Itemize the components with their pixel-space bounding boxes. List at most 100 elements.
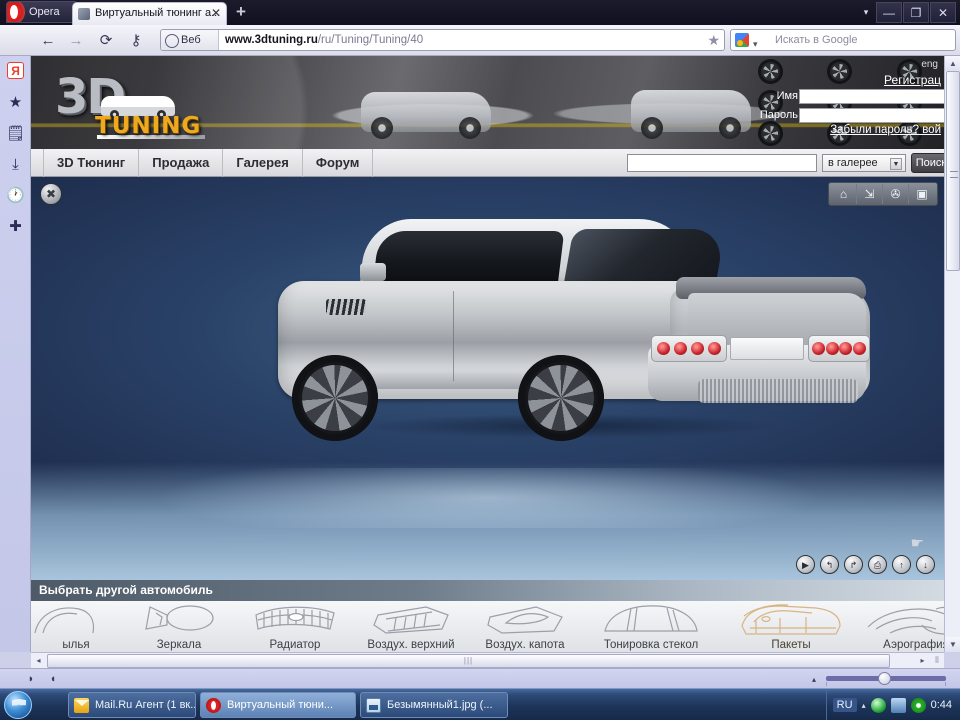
tools-icon[interactable]: ✖ <box>40 183 62 205</box>
start-button[interactable] <box>4 691 32 719</box>
taskbar-item-image[interactable]: Безымянный1.jpg (... <box>360 692 508 718</box>
site-search-scope-select[interactable]: в галерее ▼ <box>822 154 906 172</box>
new-tab-button[interactable]: + <box>236 4 246 20</box>
nav-item-sale[interactable]: Продажа <box>139 149 223 177</box>
print-icon[interactable]: ⎙ <box>868 555 887 574</box>
password-field-label: Пароль <box>760 109 798 121</box>
scroll-up-icon[interactable]: ▲ <box>945 56 960 71</box>
taskbar-clock[interactable]: 0:44 <box>931 699 960 711</box>
password-field[interactable] <box>799 108 944 123</box>
zoom-slider[interactable] <box>826 676 946 681</box>
body-kit-icon <box>732 600 850 640</box>
part-item-fenders[interactable]: ылья <box>31 601 121 652</box>
part-item-window-tint[interactable]: Тонировка стекол <box>581 601 721 652</box>
google-icon <box>735 33 749 47</box>
browser-tab-active[interactable]: Виртуальный тюнинг а... ✕ <box>72 2 227 25</box>
taskbar-item-label: Виртуальный тюни... <box>227 699 333 711</box>
login-block: eng Регистрац Имя Пароль Забыли пароль? … <box>729 56 944 149</box>
search-input[interactable]: ▾ Искать в Google <box>730 29 956 51</box>
close-button[interactable]: ✕ <box>930 2 956 23</box>
site-logo[interactable]: 3D TUNING <box>55 69 205 137</box>
car-door-line <box>453 291 454 381</box>
back-button[interactable]: ← <box>38 31 58 51</box>
tab-close-icon[interactable]: ✕ <box>210 6 222 21</box>
zoom-caret-icon[interactable]: ▴ <box>812 675 816 684</box>
site-search-input[interactable] <box>627 154 817 172</box>
yandex-icon[interactable]: Я <box>0 56 31 87</box>
mirror-icon <box>136 603 222 637</box>
part-item-radiator[interactable]: Радиатор <box>237 601 353 652</box>
part-item-airbrush[interactable]: Аэрография <box>861 601 944 652</box>
part-item-roof-scoop[interactable]: Воздух. верхний <box>353 601 469 652</box>
window-menu-icon[interactable]: ▾ <box>857 2 875 23</box>
language-switch[interactable]: eng <box>921 59 938 70</box>
scroll-down-icon[interactable]: ▼ <box>945 637 960 652</box>
taskbar-item-opera[interactable]: Виртуальный тюни... <box>200 692 356 718</box>
download-icon[interactable]: ↓ <box>916 555 935 574</box>
forgot-password-link[interactable]: Забыли пароль? вой <box>830 124 941 136</box>
content-blocker-icon[interactable]: ◗ <box>24 672 38 686</box>
tray-expand-icon[interactable]: ▴ <box>862 701 866 710</box>
search-engine-caret-icon[interactable]: ▾ <box>753 34 758 51</box>
part-item-mirrors[interactable]: Зеркала <box>121 601 237 652</box>
choose-another-car-bar[interactable]: Выбрать другой автомобиль <box>31 580 944 601</box>
image-mode-icon[interactable]: ◖ <box>46 672 60 686</box>
nav-item-3d-tuning[interactable]: 3D Тюнинг <box>43 149 139 177</box>
add-panel-icon[interactable]: ✚ <box>0 211 31 242</box>
bookmark-star-icon[interactable]: ★ <box>707 32 720 49</box>
screen: Opera Виртуальный тюнинг а... ✕ + ▾ — ❐ … <box>0 0 960 720</box>
forward-button[interactable]: → <box>66 31 86 51</box>
car-3d-viewer[interactable]: ✖ ⌂ ⇲ ✇ ▣ <box>31 177 944 580</box>
opera-side-panel: Я ★ 🗒 ⤓ 🕐 ✚ <box>0 56 31 652</box>
name-field[interactable] <box>799 89 944 104</box>
grille-icon <box>252 603 338 637</box>
address-bar[interactable]: Веб www.3dtuning.ru/ru/Tuning/Tuning/40 … <box>160 29 725 51</box>
paint-icon[interactable]: ✇ <box>883 184 909 204</box>
reload-button[interactable]: ⟳ <box>96 31 116 51</box>
windows-taskbar: Mail.Ru Агент (1 вк... Виртуальный тюни.… <box>0 688 960 720</box>
viewer-bottom-toolbar: ▶ ↰ ↱ ⎙ ↑ ↓ <box>796 555 935 574</box>
tray-update-icon[interactable] <box>911 698 926 713</box>
notes-icon[interactable]: 🗒 <box>0 118 31 149</box>
taskbar-item-mailru[interactable]: Mail.Ru Агент (1 вк... <box>68 692 196 718</box>
upload-icon[interactable]: ↑ <box>892 555 911 574</box>
chevron-down-icon[interactable]: ▼ <box>890 158 902 170</box>
scroll-left-icon[interactable]: ◂ <box>31 653 46 668</box>
part-label: Пакеты <box>721 639 861 651</box>
logo-tuning-text: TUNING <box>95 113 201 139</box>
car-render <box>268 195 878 445</box>
rotate-left-icon[interactable]: ↰ <box>820 555 839 574</box>
restore-button[interactable]: ❐ <box>903 2 929 23</box>
history-icon[interactable]: 🕐 <box>0 180 31 211</box>
part-item-body-kits[interactable]: Пакеты <box>721 601 861 652</box>
site-search-button[interactable]: Поиск <box>911 153 944 173</box>
url-path: /ru/Tuning/Tuning/40 <box>318 34 423 46</box>
site-menu: 3D Тюнинг Продажа Галерея Форум <box>43 149 373 177</box>
window-controls: ▾ — ❐ ✕ <box>857 2 956 23</box>
bookmarks-icon[interactable]: ★ <box>0 87 31 118</box>
resize-grip-icon[interactable]: ⦀ <box>930 653 944 668</box>
vertical-scroll-thumb[interactable] <box>946 71 960 271</box>
opera-menu-button[interactable]: Opera <box>6 1 78 23</box>
page-vertical-scrollbar[interactable]: ▲ ▼ <box>944 56 960 652</box>
fender-icon <box>33 603 119 637</box>
taskbar-item-label: Безымянный1.jpg (... <box>387 699 493 711</box>
tray-network-icon[interactable] <box>891 698 906 713</box>
play-icon[interactable]: ▶ <box>796 555 815 574</box>
tray-antivirus-icon[interactable] <box>871 698 886 713</box>
scroll-right-icon[interactable]: ▸ <box>915 653 930 668</box>
page-horizontal-scrollbar[interactable]: ◂ ||| ▸ ⦀ <box>31 652 944 668</box>
nav-item-gallery[interactable]: Галерея <box>223 149 303 177</box>
rotate-right-icon[interactable]: ↱ <box>844 555 863 574</box>
language-indicator[interactable]: RU <box>833 698 857 712</box>
minimize-button[interactable]: — <box>876 2 902 23</box>
car-wheel-front <box>292 355 378 441</box>
camera-icon[interactable]: ▣ <box>909 184 935 204</box>
part-item-hood-scoop[interactable]: Воздух. капота <box>469 601 581 652</box>
security-key-icon[interactable]: ⚷ <box>126 31 146 51</box>
horizontal-scroll-thumb[interactable]: ||| <box>47 654 890 668</box>
titlebar: Opera Виртуальный тюнинг а... ✕ + ▾ — ❐ … <box>0 0 960 25</box>
nav-item-forum[interactable]: Форум <box>303 149 373 177</box>
downloads-icon[interactable]: ⤓ <box>0 149 31 180</box>
register-link[interactable]: Регистрац <box>884 73 941 87</box>
